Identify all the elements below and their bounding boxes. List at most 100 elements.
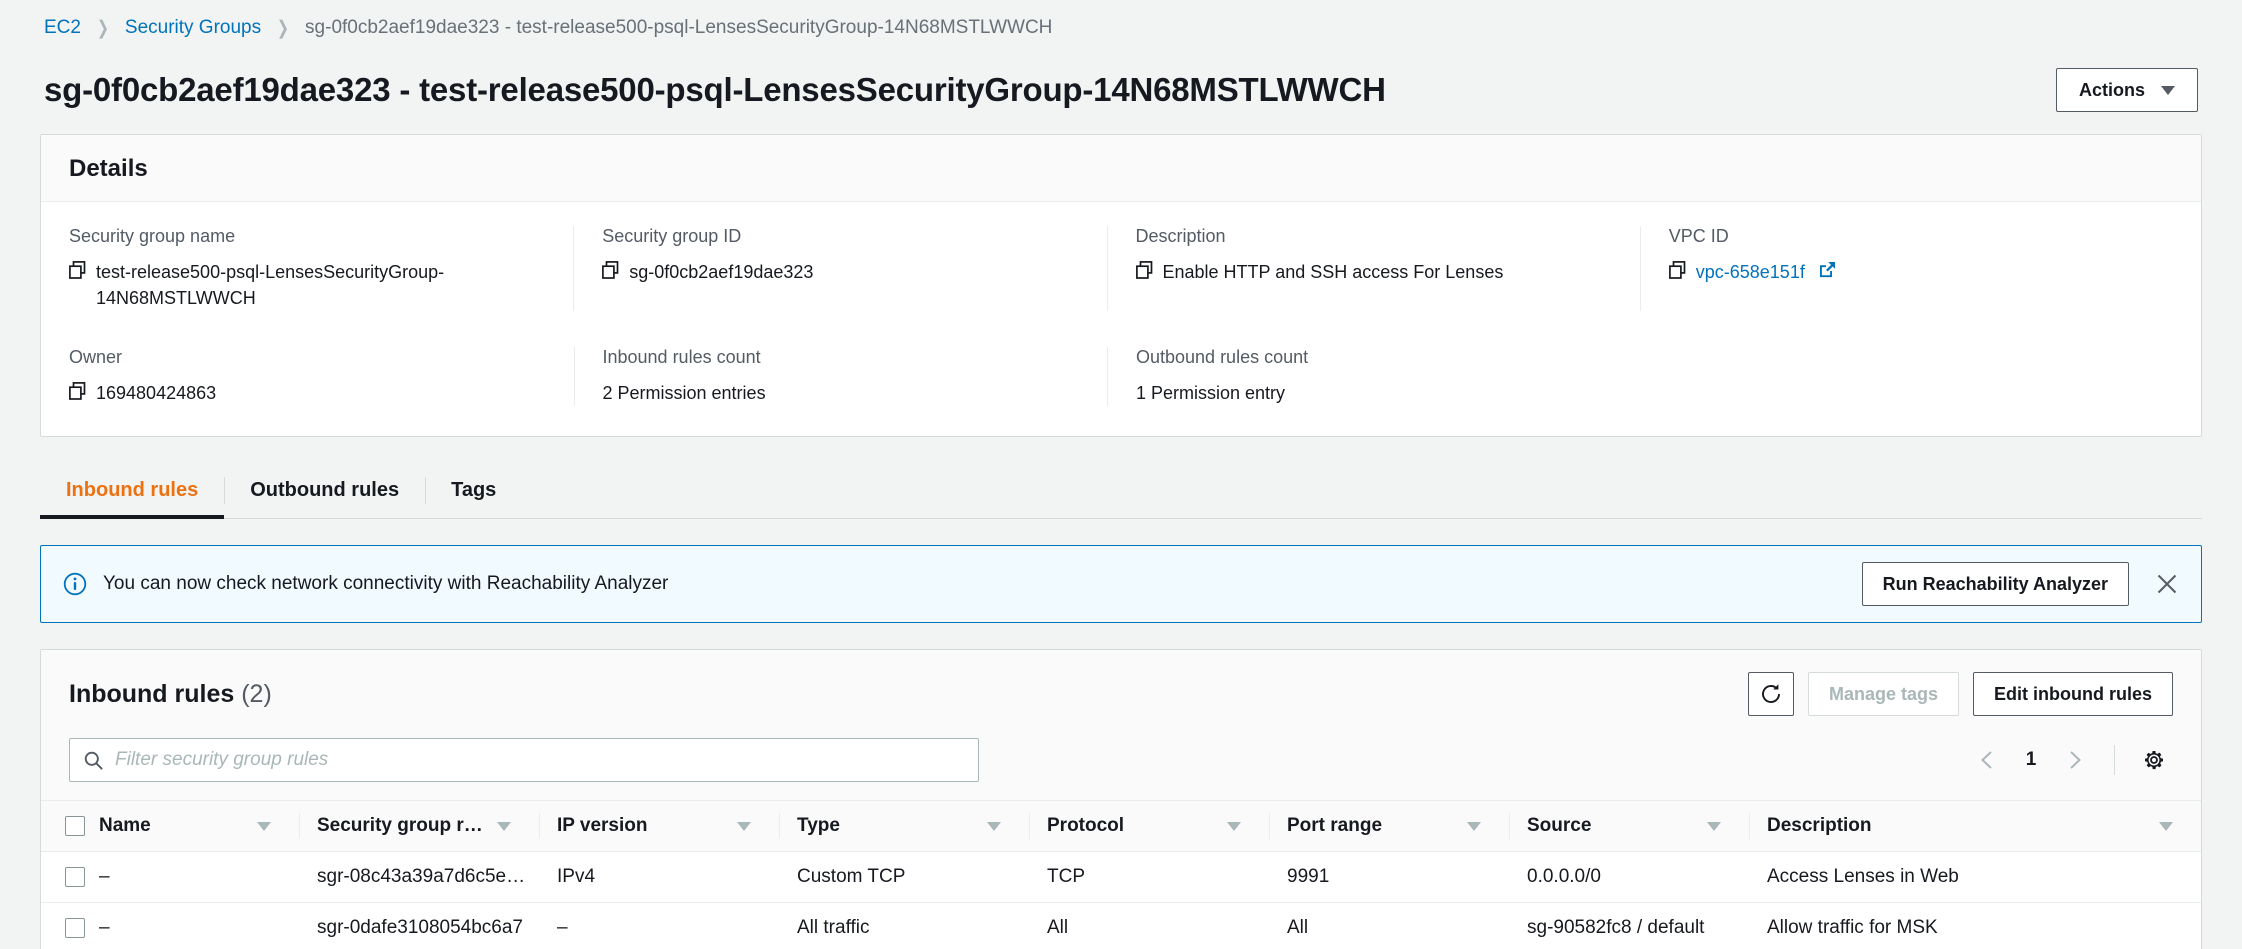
cell-description: Access Lenses in Web xyxy=(1749,851,2201,904)
column-label: Security group rule... xyxy=(317,815,489,837)
column-header-source[interactable]: Source xyxy=(1509,800,1749,853)
inbound-rules-title: Inbound rules xyxy=(69,679,235,708)
table-row[interactable]: – sgr-08c43a39a7d6c5e77 IPv4 Custom TCP … xyxy=(41,851,2201,904)
page-root: EC2 ❯ Security Groups ❯ sg-0f0cb2aef19da… xyxy=(0,0,2242,949)
detail-empty-slot xyxy=(1641,347,2174,406)
detail-text: 1 Permission entry xyxy=(1136,383,1286,404)
detail-label: Owner xyxy=(69,347,123,368)
details-header: Details xyxy=(41,135,2201,202)
actions-button-label: Actions xyxy=(2078,80,2145,100)
detail-label: Description xyxy=(1135,226,1226,246)
detail-value: 169480424863 xyxy=(69,380,546,406)
sort-icon[interactable] xyxy=(1227,821,1241,831)
detail-value: sg-0f0cb2aef19dae323 xyxy=(602,259,1078,285)
detail-label: Outbound rules count xyxy=(1136,347,1309,368)
detail-outbound-rules-count: Outbound rules count 1 Permission entry xyxy=(1107,347,1641,407)
detail-text: test-release500-psql-LensesSecurityGroup… xyxy=(96,262,445,309)
cell-protocol: TCP xyxy=(1029,851,1269,904)
sort-icon[interactable] xyxy=(1707,821,1721,831)
tab-label: Outbound rules xyxy=(250,479,400,502)
inbound-rules-table: Name Security group rule... IP version T… xyxy=(41,800,2201,949)
breadcrumb-item-security-groups[interactable]: Security Groups xyxy=(125,17,261,39)
search-input[interactable] xyxy=(115,749,964,772)
cell-description: Allow traffic for MSK xyxy=(1749,902,2201,949)
detail-value: vpc-658e151f xyxy=(1668,259,2145,285)
edit-inbound-rules-button[interactable]: Edit inbound rules xyxy=(1973,672,2173,717)
sort-icon[interactable] xyxy=(737,821,751,831)
select-all-checkbox[interactable] xyxy=(65,816,85,837)
table-row[interactable]: – sgr-0dafe3108054bc6a7 – All traffic Al… xyxy=(41,902,2201,949)
search-box[interactable] xyxy=(69,738,979,783)
copy-icon[interactable] xyxy=(1668,261,1686,279)
column-header-security-group-rule-id[interactable]: Security group rule... xyxy=(299,800,539,853)
sort-icon[interactable] xyxy=(2159,821,2173,831)
column-label: Protocol xyxy=(1047,815,1125,837)
column-header-name[interactable]: Name xyxy=(99,800,299,853)
breadcrumb-item-ec2[interactable]: EC2 xyxy=(44,17,81,39)
detail-security-group-name: Security group name test-release500-psql… xyxy=(69,226,573,311)
pagination: 1 xyxy=(1968,741,2173,779)
cell-rule-id: sgr-0dafe3108054bc6a7 xyxy=(299,902,539,949)
row-checkbox[interactable] xyxy=(65,867,85,888)
column-label: Name xyxy=(99,815,151,837)
breadcrumb-item-current: sg-0f0cb2aef19dae323 - test-release500-p… xyxy=(305,17,1053,38)
info-icon xyxy=(63,573,87,596)
title-row: sg-0f0cb2aef19dae323 - test-release500-p… xyxy=(40,56,2202,134)
copy-icon[interactable] xyxy=(69,382,86,401)
next-page-button[interactable] xyxy=(2056,741,2094,779)
tab-inbound-rules[interactable]: Inbound rules xyxy=(40,465,225,520)
sort-icon[interactable] xyxy=(987,821,1001,831)
rules-table-wrapper: Name Security group rule... IP version T… xyxy=(41,800,2201,949)
sort-icon[interactable] xyxy=(257,821,271,831)
tab-bar: Inbound rules Outbound rules Tags xyxy=(40,465,2202,520)
manage-tags-button[interactable]: Manage tags xyxy=(1807,672,1959,717)
detail-security-group-id: Security group ID sg-0f0cb2aef19dae323 xyxy=(573,226,1106,312)
page-title: sg-0f0cb2aef19dae323 - test-release500-p… xyxy=(44,71,1386,108)
cell-ip-version: – xyxy=(539,902,779,949)
column-header-protocol[interactable]: Protocol xyxy=(1029,800,1269,853)
external-link-icon[interactable] xyxy=(1819,261,1836,278)
actions-button[interactable]: Actions xyxy=(2055,68,2198,112)
run-reachability-analyzer-button[interactable]: Run Reachability Analyzer xyxy=(1861,562,2129,607)
pagination-divider xyxy=(2114,745,2115,776)
detail-text: 2 Permission entries xyxy=(602,383,766,404)
cell-port-range: All xyxy=(1269,902,1509,949)
detail-description: Description Enable HTTP and SSH access F… xyxy=(1106,226,1640,312)
copy-icon[interactable] xyxy=(602,261,619,279)
inbound-rules-card: Inbound rules (2) Manage tags Edit inbou… xyxy=(40,649,2202,949)
cell-type: Custom TCP xyxy=(779,851,1029,904)
sort-icon[interactable] xyxy=(1467,821,1481,831)
tab-tags[interactable]: Tags xyxy=(425,465,522,518)
table-filter-row: 1 xyxy=(41,734,2201,801)
detail-value: test-release500-psql-LensesSecurityGroup… xyxy=(69,259,545,311)
detail-value: 2 Permission entries xyxy=(603,380,1080,406)
details-row-2: Owner 169480424863 Inbound rules count 2… xyxy=(69,347,2174,407)
detail-label: VPC ID xyxy=(1668,226,1729,246)
previous-page-button[interactable] xyxy=(1968,741,2006,779)
column-label: Source xyxy=(1527,815,1592,837)
column-header-description[interactable]: Description xyxy=(1749,800,2201,853)
tab-label: Tags xyxy=(451,479,497,502)
table-settings-button[interactable] xyxy=(2135,741,2173,779)
cell-source: 0.0.0.0/0 xyxy=(1509,851,1749,904)
refresh-button[interactable] xyxy=(1747,672,1794,717)
cell-rule-id: sgr-08c43a39a7d6c5e77 xyxy=(299,851,539,904)
column-header-ip-version[interactable]: IP version xyxy=(539,800,779,853)
tab-outbound-rules[interactable]: Outbound rules xyxy=(224,465,425,518)
row-checkbox[interactable] xyxy=(65,918,85,939)
close-icon[interactable] xyxy=(2153,570,2181,598)
page-number[interactable]: 1 xyxy=(2014,749,2048,771)
column-header-type[interactable]: Type xyxy=(779,800,1029,853)
detail-text: sg-0f0cb2aef19dae323 xyxy=(629,262,814,282)
column-header-port-range[interactable]: Port range xyxy=(1269,800,1509,853)
sort-icon[interactable] xyxy=(497,821,511,831)
reachability-analyzer-banner: You can now check network connectivity w… xyxy=(40,545,2202,624)
breadcrumb-chevron-icon: ❯ xyxy=(96,17,109,39)
copy-icon[interactable] xyxy=(69,261,86,279)
tab-label: Inbound rules xyxy=(66,479,199,502)
detail-label: Security group ID xyxy=(602,226,742,246)
cell-type: All traffic xyxy=(779,902,1029,949)
copy-icon[interactable] xyxy=(1135,261,1153,279)
vpc-id-link[interactable]: vpc-658e151f xyxy=(1696,259,1805,285)
column-label: Description xyxy=(1767,815,1872,837)
